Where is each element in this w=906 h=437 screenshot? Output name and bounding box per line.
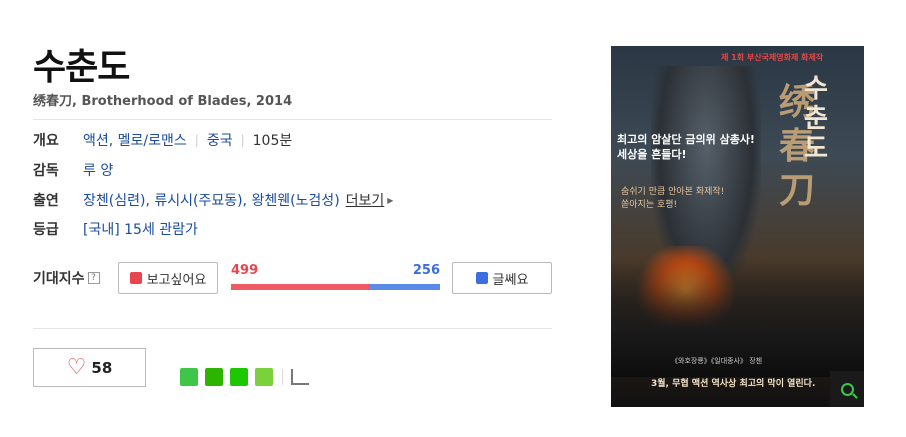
blog-icon[interactable] [180, 368, 198, 386]
nah-count: 256 [412, 263, 440, 278]
not-sure-button[interactable]: 글쎄요 [452, 262, 552, 294]
director-link[interactable]: 루 양 [83, 160, 113, 180]
rating-value[interactable]: [국내] 15세 관람가 [83, 219, 198, 239]
heart-icon: ♡ [66, 354, 87, 380]
want-to-see-button[interactable]: 보고싶어요 [118, 262, 218, 294]
movie-subtitle: 绣春刀, Brotherhood of Blades, 2014 [33, 94, 293, 109]
like-count: 58 [91, 358, 113, 377]
share-toolbar [180, 367, 309, 387]
director-label: 감독 [33, 163, 59, 179]
overview-label: 개요 [33, 133, 59, 149]
share-icon[interactable] [291, 369, 309, 385]
divider [33, 119, 552, 120]
help-icon[interactable]: ? [87, 272, 100, 284]
like-button[interactable]: ♡ 58 [33, 348, 146, 387]
rating-row: 등급 [국내] 15세 관람가 [33, 219, 198, 239]
chevron-right-icon: ▶ [387, 195, 394, 205]
overview-row: 개요 액션, 멜로/로맨스 | 중국 | 105분 [33, 130, 292, 150]
thumbs-up-icon [129, 272, 142, 284]
genre-link[interactable]: 액션, 멜로/로맨스 [83, 130, 187, 150]
separator: | [194, 133, 199, 147]
country-link[interactable]: 중국 [207, 130, 233, 150]
director-row: 감독 루 양 [33, 160, 113, 180]
separator: | [240, 133, 245, 147]
not-sure-label: 글쎄요 [492, 272, 529, 288]
movie-poster[interactable]: 제 1회 부산국제영화제 화제작 绣 春 刀 수 춘 도 최고의 암살단 금의위… [611, 46, 864, 407]
cast-label: 출연 [33, 193, 59, 209]
thumbs-down-icon [475, 272, 488, 284]
zoom-button[interactable] [830, 371, 864, 407]
more-cast-link[interactable]: 더보기 [346, 190, 385, 210]
want-to-see-label: 보고싶어요 [146, 272, 207, 288]
want-count: 499 [231, 263, 259, 278]
cafe-icon[interactable] [205, 368, 223, 386]
divider [33, 328, 552, 329]
poster-korean-title: 수 춘 도 [804, 74, 828, 164]
expectation-label: 기대지수 [33, 271, 85, 287]
poster-subtagline: 숨쉬기 만큼 안아본 화제작! 쏟아지는 호평! [621, 187, 725, 210]
runtime: 105분 [252, 133, 293, 149]
memo-icon[interactable] [255, 368, 273, 386]
cast-row: 출연 장첸(심련), 류시시(주묘동), 왕첸웬(노검성) 더보기 ▶ [33, 190, 393, 210]
expectation-bar-fill [231, 284, 370, 290]
poster-bottom-text: 3월, 무협 액션 역사상 최고의 막이 열린다. [651, 379, 816, 389]
bookmark-icon[interactable] [230, 368, 248, 386]
movie-title: 수춘도 [33, 47, 130, 88]
cast-links[interactable]: 장첸(심련), 류시시(주묘동), 왕첸웬(노검성) [83, 190, 340, 210]
rating-label: 등급 [33, 222, 59, 238]
expectation-bar [231, 284, 440, 290]
poster-top-text: 제 1회 부산국제영화제 화제작 [721, 53, 824, 62]
poster-tagline: 최고의 암살단 금의위 삼총사! 세상을 흔들다! [617, 133, 755, 161]
search-icon [840, 382, 854, 396]
poster-credit: 《와호장룡》《일대종사》 장첸 [671, 357, 763, 365]
divider [282, 369, 283, 385]
expectation-label-group: 기대지수 ? [33, 262, 100, 294]
